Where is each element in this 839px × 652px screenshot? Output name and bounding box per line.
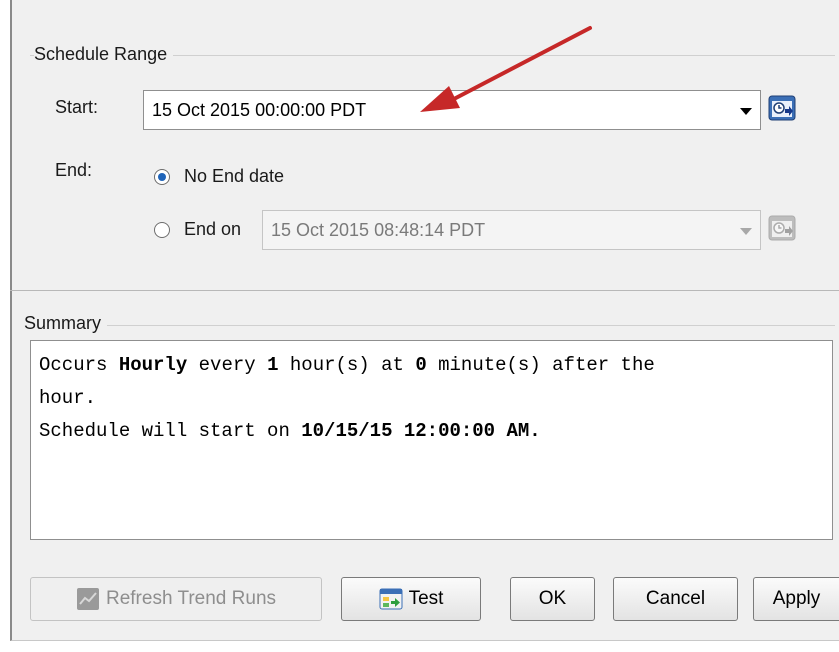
annotation-arrow (420, 26, 592, 112)
